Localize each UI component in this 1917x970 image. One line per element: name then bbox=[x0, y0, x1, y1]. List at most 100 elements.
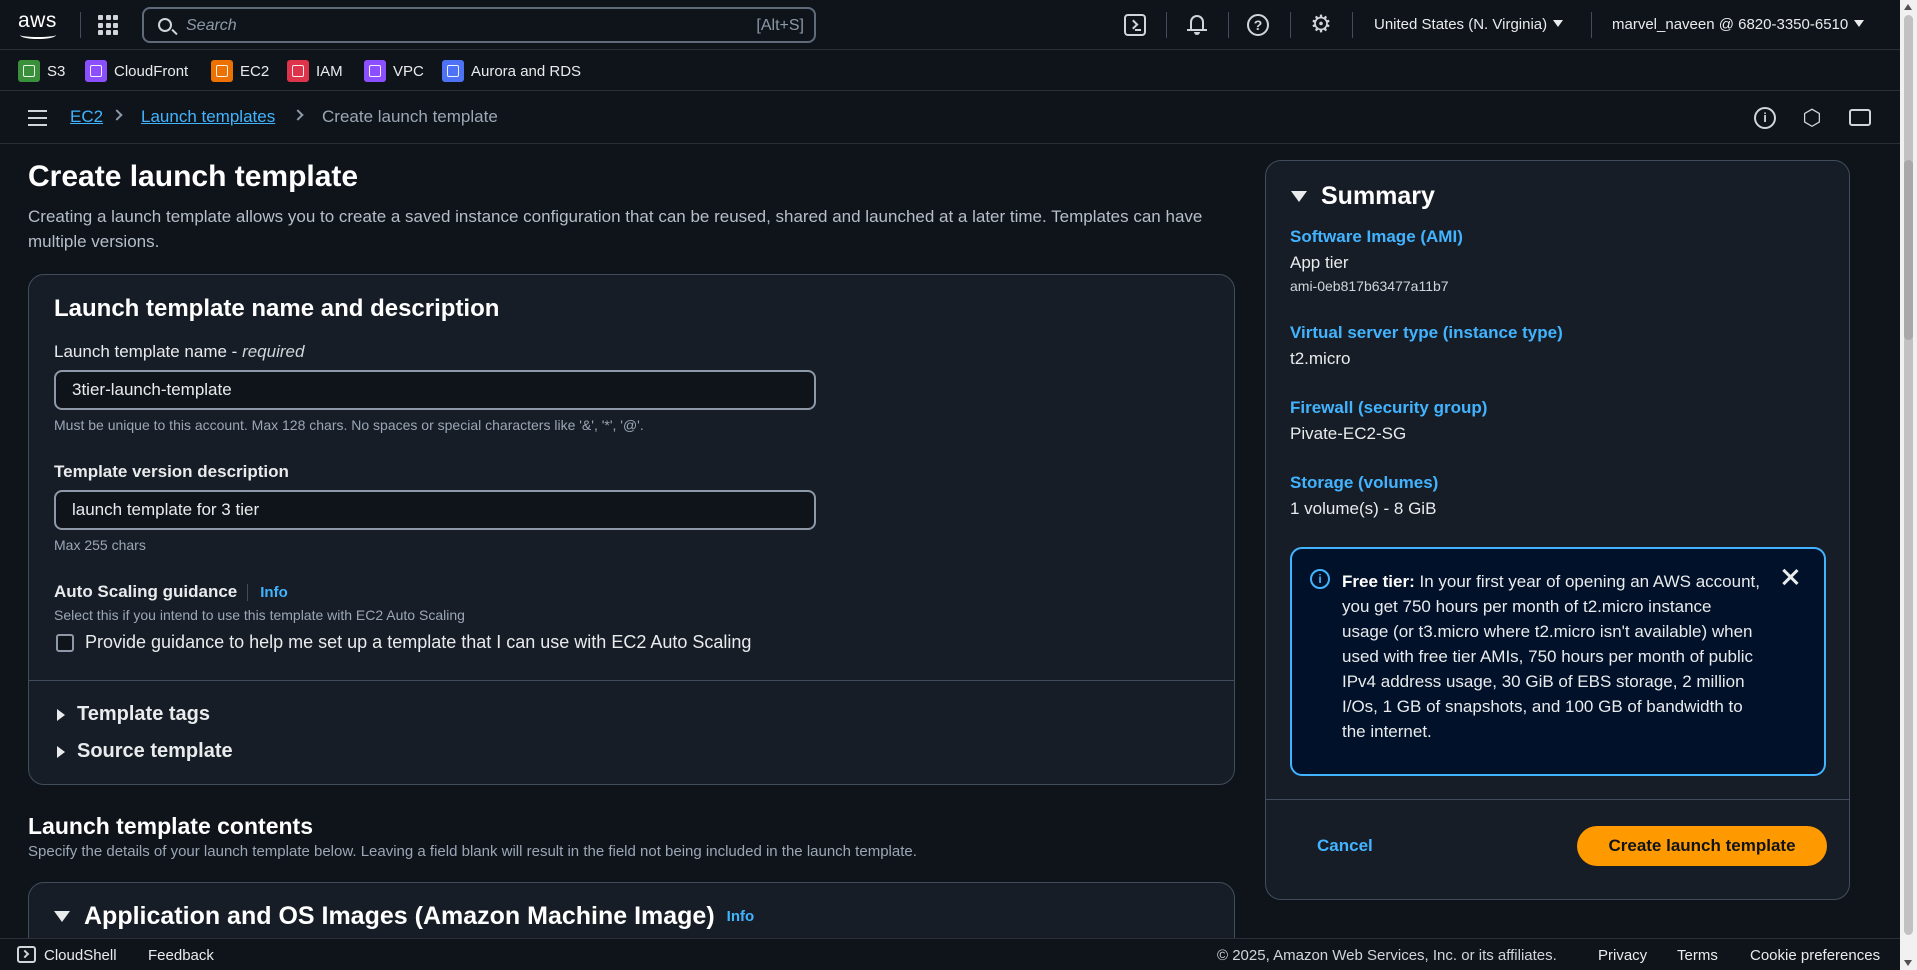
caret-down-icon bbox=[54, 911, 70, 922]
caret-right-icon bbox=[57, 708, 65, 721]
template-name-label: Launch template name - required bbox=[54, 342, 304, 362]
caret-down-icon bbox=[1553, 20, 1564, 27]
auto-scaling-guidance-label: Auto Scaling guidance Info bbox=[54, 582, 288, 602]
s3-service-icon bbox=[18, 60, 40, 82]
version-description-hint: Max 255 chars bbox=[54, 537, 146, 553]
free-tier-alert: i Free tier: In your first year of openi… bbox=[1290, 547, 1826, 776]
caret-right-icon bbox=[57, 745, 65, 758]
footer-cookie-preferences[interactable]: Cookie preferences bbox=[1750, 947, 1880, 964]
contents-section-title: Launch template contents bbox=[28, 813, 313, 839]
footer-privacy[interactable]: Privacy bbox=[1598, 947, 1647, 964]
asg-label-text: Auto Scaling guidance bbox=[54, 582, 238, 601]
template-name-input[interactable] bbox=[54, 370, 816, 410]
footer-terms[interactable]: Terms bbox=[1677, 947, 1718, 964]
info-icon: i bbox=[1310, 569, 1330, 589]
close-icon[interactable] bbox=[1780, 567, 1800, 587]
free-tier-heading: Free tier: bbox=[1342, 572, 1415, 591]
iam-service-icon bbox=[287, 60, 309, 82]
source-template-expander[interactable]: Source template bbox=[57, 740, 233, 763]
template-name-label-text: Launch template name - bbox=[54, 342, 243, 361]
divider bbox=[80, 12, 81, 38]
search-input[interactable]: Search [Alt+S] bbox=[142, 7, 816, 43]
footer-cloudshell[interactable]: CloudShell bbox=[44, 947, 117, 964]
divider bbox=[1591, 12, 1592, 38]
summary-storage-link[interactable]: Storage (volumes) bbox=[1290, 473, 1438, 493]
ami-info-link[interactable]: Info bbox=[727, 908, 755, 925]
summary-instance-type-value: t2.micro bbox=[1290, 349, 1351, 368]
free-tier-body: In your first year of opening an AWS acc… bbox=[1342, 572, 1760, 741]
account-menu[interactable]: marvel_naveen @ 6820-3350-6510 bbox=[1612, 16, 1865, 33]
favorite-vpc[interactable]: VPC bbox=[364, 60, 424, 82]
chevron-right-icon bbox=[292, 109, 304, 121]
ami-panel-header[interactable]: Application and OS Images (Amazon Machin… bbox=[54, 902, 754, 931]
footer-copyright: © 2025, Amazon Web Services, Inc. or its… bbox=[1217, 947, 1557, 964]
page-title: Create launch template bbox=[28, 160, 359, 193]
aws-logo-text: aws bbox=[18, 9, 57, 32]
favorite-label: IAM bbox=[316, 62, 343, 80]
menu-hamburger-icon[interactable] bbox=[28, 110, 48, 126]
vpc-service-icon bbox=[364, 60, 386, 82]
summary-firewall-value: Pivate-EC2-SG bbox=[1290, 424, 1407, 443]
breadcrumb-launch-templates[interactable]: Launch templates bbox=[141, 107, 275, 127]
chevron-right-icon bbox=[111, 109, 123, 121]
free-tier-message: Free tier: In your first year of opening… bbox=[1342, 569, 1762, 744]
scrollbar-track bbox=[1904, 15, 1913, 935]
favorite-s3[interactable]: S3 bbox=[18, 60, 65, 82]
help-icon[interactable]: ? bbox=[1247, 14, 1269, 36]
favorite-iam[interactable]: IAM bbox=[287, 60, 343, 82]
hexagon-settings-icon[interactable]: ⬡ bbox=[1801, 107, 1823, 129]
cloudfront-service-icon bbox=[85, 60, 107, 82]
scroll-down-arrow-icon[interactable] bbox=[1904, 960, 1912, 966]
favorites-bar: S3 CloudFront EC2 IAM VPC Aurora and RDS bbox=[0, 51, 1917, 91]
favorite-label: Aurora and RDS bbox=[471, 62, 582, 80]
account-label: marvel_naveen @ 6820-3350-6510 bbox=[1612, 16, 1849, 33]
summary-panel: Summary Software Image (AMI) App tier am… bbox=[1265, 160, 1850, 900]
services-grid-icon[interactable] bbox=[98, 15, 118, 35]
footer-feedback[interactable]: Feedback bbox=[148, 947, 214, 964]
caret-down-icon bbox=[1854, 20, 1865, 27]
notifications-bell-icon[interactable] bbox=[1186, 13, 1210, 37]
scroll-up-arrow-icon[interactable] bbox=[1904, 4, 1912, 10]
region-selector[interactable]: United States (N. Virginia) bbox=[1374, 16, 1564, 33]
asg-guidance-checkbox[interactable] bbox=[56, 634, 74, 652]
favorite-cloudfront[interactable]: CloudFront bbox=[85, 60, 188, 82]
search-icon bbox=[158, 18, 172, 32]
rds-service-icon bbox=[442, 60, 464, 82]
breadcrumb-current: Create launch template bbox=[322, 107, 498, 126]
asg-guidance-checkbox-label[interactable]: Provide guidance to help me set up a tem… bbox=[85, 632, 751, 653]
summary-firewall-link[interactable]: Firewall (security group) bbox=[1290, 398, 1487, 418]
info-panel-icon[interactable]: i bbox=[1754, 107, 1776, 129]
expander-label: Source template bbox=[77, 740, 233, 762]
breadcrumb-bar: EC2 Launch templates Create launch templ… bbox=[0, 92, 1900, 144]
favorite-label: EC2 bbox=[240, 62, 270, 80]
region-label: United States (N. Virginia) bbox=[1374, 16, 1548, 33]
favorite-label: CloudFront bbox=[114, 62, 189, 80]
summary-ami-id: ami-0eb817b63477a11b7 bbox=[1290, 278, 1449, 294]
breadcrumb-ec2[interactable]: EC2 bbox=[70, 107, 103, 127]
aws-logo[interactable]: aws bbox=[18, 9, 62, 39]
scrollbar-thumb[interactable] bbox=[1904, 160, 1913, 340]
panel-title: Launch template name and description bbox=[54, 295, 500, 322]
summary-header[interactable]: Summary bbox=[1291, 182, 1435, 211]
favorite-ec2[interactable]: EC2 bbox=[211, 60, 269, 82]
caret-down-icon bbox=[1291, 191, 1307, 202]
page-scrollbar[interactable] bbox=[1900, 0, 1917, 970]
settings-gear-icon[interactable]: ⚙ bbox=[1309, 13, 1333, 37]
summary-ami-value: App tier bbox=[1290, 253, 1349, 272]
summary-ami-link[interactable]: Software Image (AMI) bbox=[1290, 227, 1463, 247]
create-launch-template-button[interactable]: Create launch template bbox=[1577, 826, 1827, 866]
asg-info-link[interactable]: Info bbox=[247, 584, 288, 601]
cloudshell-icon[interactable] bbox=[1124, 14, 1146, 36]
template-tags-expander[interactable]: Template tags bbox=[57, 703, 210, 726]
favorite-label: S3 bbox=[47, 62, 66, 80]
contents-section-description: Specify the details of your launch templ… bbox=[28, 843, 917, 860]
version-description-input[interactable] bbox=[54, 490, 816, 530]
cancel-button[interactable]: Cancel bbox=[1317, 836, 1373, 856]
expander-label: Template tags bbox=[77, 703, 210, 725]
divider bbox=[1266, 799, 1849, 800]
divider bbox=[29, 680, 1234, 681]
monitor-icon[interactable] bbox=[1849, 109, 1871, 126]
summary-instance-type-link[interactable]: Virtual server type (instance type) bbox=[1290, 323, 1563, 343]
favorite-aurora-rds[interactable]: Aurora and RDS bbox=[442, 60, 581, 82]
top-navigation: aws Search [Alt+S] ? ⚙ United States (N.… bbox=[0, 0, 1917, 50]
